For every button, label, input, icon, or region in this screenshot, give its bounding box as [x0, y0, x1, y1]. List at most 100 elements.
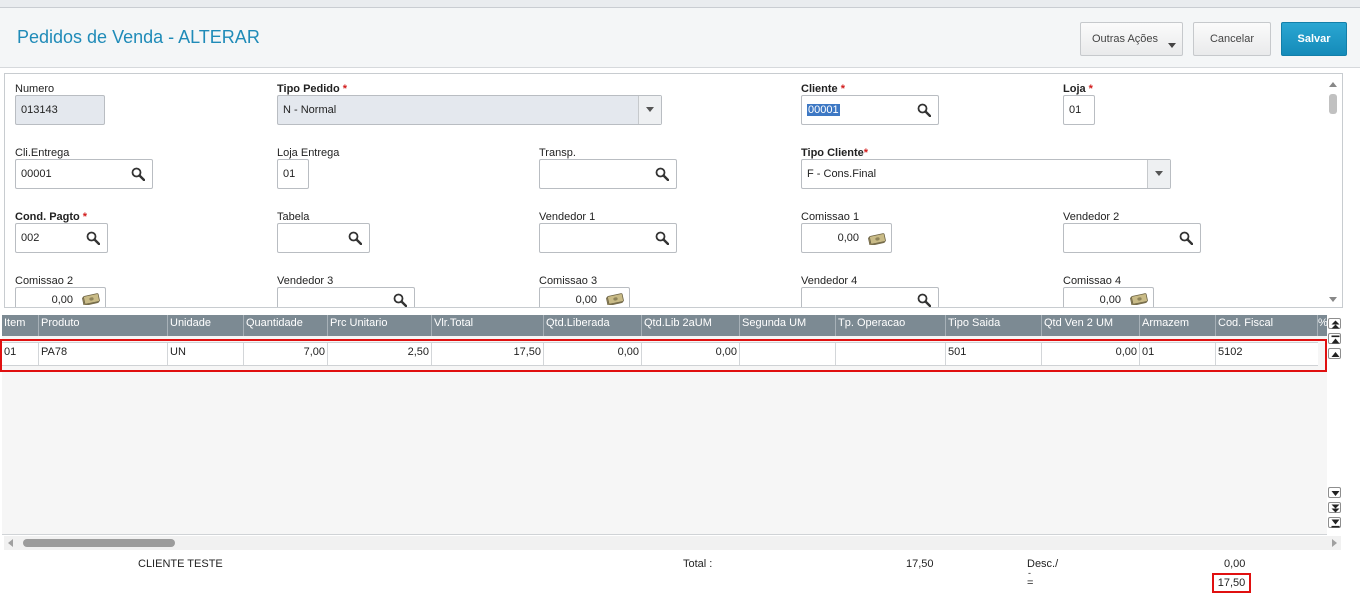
cli-entrega-value: 00001 [21, 168, 52, 180]
outras-acoes-button[interactable]: Outras Ações [1080, 22, 1183, 56]
horizontal-scroll-thumb[interactable] [23, 539, 175, 547]
money-icon[interactable] [1130, 293, 1148, 305]
col-header-prc-unitario[interactable]: Prc Unitario [328, 315, 432, 336]
cli-entrega-label: Cli.Entrega [15, 147, 70, 159]
vendedor4-label: Vendedor 4 [801, 275, 858, 287]
cli-entrega-field[interactable]: 00001 [15, 159, 153, 189]
search-icon[interactable] [655, 231, 669, 245]
vendedor3-field[interactable] [277, 287, 415, 307]
scroll-top-button[interactable] [1328, 318, 1341, 329]
tabela-label: Tabela [277, 211, 310, 223]
page-down-button[interactable] [1328, 502, 1341, 513]
page-up-button[interactable] [1328, 333, 1341, 344]
tabela-field[interactable] [277, 223, 370, 253]
caret-down-icon [1168, 43, 1176, 48]
vendedor2-label: Vendedor 2 [1063, 211, 1120, 223]
search-icon[interactable] [1179, 231, 1193, 245]
form-area [4, 73, 1343, 308]
cell-segunda-um[interactable] [740, 343, 836, 365]
col-header-qtd-lib-2aum[interactable]: Qtd.Lib 2aUM [642, 315, 740, 336]
numero-label: Numero [15, 83, 55, 95]
search-icon[interactable] [655, 167, 669, 181]
total-value: 17,50 [906, 558, 934, 570]
col-header-produto[interactable]: Produto [39, 315, 168, 336]
money-icon[interactable] [868, 233, 886, 245]
transp-field[interactable] [539, 159, 677, 189]
tipo-pedido-label: Tipo Pedido * [277, 83, 347, 95]
cell-item[interactable]: 01 [2, 343, 39, 365]
chevron-down-icon[interactable] [638, 96, 661, 124]
col-header-armazem[interactable]: Armazem [1140, 315, 1216, 336]
vendedor2-field[interactable] [1063, 223, 1201, 253]
scroll-right-icon[interactable] [1332, 539, 1337, 547]
cell-armazem[interactable]: 01 [1140, 343, 1216, 365]
cell-qtd-lib-2aum[interactable]: 0,00 [642, 343, 740, 365]
col-header-unidade[interactable]: Unidade [168, 315, 244, 336]
loja-field[interactable]: 01 [1063, 95, 1095, 125]
cond-pagto-value: 002 [21, 232, 40, 244]
col-header-percent[interactable]: % [1318, 315, 1327, 336]
cell-quantidade[interactable]: 7,00 [244, 343, 328, 365]
horizontal-scrollbar[interactable] [4, 536, 1341, 550]
search-icon[interactable] [131, 167, 145, 181]
vendedor1-field[interactable] [539, 223, 677, 253]
scroll-down-button[interactable] [1328, 487, 1341, 498]
col-header-cod-fiscal[interactable]: Cod. Fiscal [1216, 315, 1318, 336]
vendedor4-field[interactable] [801, 287, 939, 307]
scroll-down-icon[interactable] [1329, 297, 1337, 302]
search-icon[interactable] [86, 231, 100, 245]
table-row[interactable]: 01 PA78 UN 7,00 2,50 17,50 0,00 0,00 501… [2, 342, 1318, 366]
loja-entrega-field[interactable]: 01 [277, 159, 309, 189]
col-header-tp-operacao[interactable]: Tp. Operacao [836, 315, 946, 336]
comissao3-label: Comissao 3 [539, 275, 598, 287]
comissao1-value: 0,00 [837, 232, 859, 244]
search-icon[interactable] [393, 293, 407, 307]
grid-scrollbar[interactable] [1327, 315, 1341, 535]
comissao2-field[interactable]: 0,00 [15, 287, 106, 307]
search-icon[interactable] [917, 103, 931, 117]
money-icon[interactable] [82, 293, 100, 305]
col-header-quantidade[interactable]: Quantidade [244, 315, 328, 336]
tipo-cliente-select[interactable]: F - Cons.Final [801, 159, 1171, 189]
comissao1-field[interactable]: 0,00 [801, 223, 892, 253]
cell-qtd-liberada[interactable]: 0,00 [544, 343, 642, 365]
search-icon[interactable] [348, 231, 362, 245]
cell-prc-unitario[interactable]: 2,50 [328, 343, 432, 365]
money-icon[interactable] [606, 293, 624, 305]
cell-tipo-saida[interactable]: 501 [946, 343, 1042, 365]
chevron-down-icon[interactable] [1147, 160, 1170, 188]
cancel-button[interactable]: Cancelar [1193, 22, 1271, 56]
scroll-bottom-button[interactable] [1328, 517, 1341, 528]
scroll-thumb[interactable] [1329, 94, 1337, 114]
cell-qtd-ven-2um[interactable]: 0,00 [1042, 343, 1140, 365]
comissao3-field[interactable]: 0,00 [539, 287, 630, 307]
col-header-segunda-um[interactable]: Segunda UM [740, 315, 836, 336]
search-icon[interactable] [917, 293, 931, 307]
cell-cod-fiscal[interactable]: 5102 [1216, 343, 1318, 365]
cell-vlr-total[interactable]: 17,50 [432, 343, 544, 365]
tipo-cliente-label: Tipo Cliente* [801, 147, 868, 159]
comissao4-field[interactable]: 0,00 [1063, 287, 1154, 307]
scroll-left-icon[interactable] [8, 539, 13, 547]
page-up-icon [1331, 335, 1340, 344]
required-marker: * [82, 211, 88, 223]
col-header-qtd-liberada[interactable]: Qtd.Liberada [544, 315, 642, 336]
col-header-qtd-ven-2um[interactable]: Qtd Ven 2 UM [1042, 315, 1140, 336]
cell-tp-operacao[interactable] [836, 343, 946, 365]
cliente-field[interactable]: 00001 [801, 95, 939, 125]
page-header: Pedidos de Venda - ALTERAR Outras Ações … [0, 8, 1360, 68]
scroll-up-button[interactable] [1328, 348, 1341, 359]
cond-pagto-field[interactable]: 002 [15, 223, 108, 253]
cliente-label-text: Cliente [801, 83, 838, 95]
cliente-label: Cliente * [801, 83, 845, 95]
scroll-up-icon[interactable] [1329, 82, 1337, 87]
cell-unidade[interactable]: UN [168, 343, 244, 365]
transp-label: Transp. [539, 147, 576, 159]
col-header-item[interactable]: Item [2, 315, 39, 336]
cell-produto[interactable]: PA78 [39, 343, 168, 365]
col-header-tipo-saida[interactable]: Tipo Saida [946, 315, 1042, 336]
tipo-pedido-select[interactable]: N - Normal [277, 95, 662, 125]
form-scrollbar[interactable] [1326, 78, 1340, 306]
save-button[interactable]: Salvar [1281, 22, 1347, 56]
col-header-vlr-total[interactable]: Vlr.Total [432, 315, 544, 336]
